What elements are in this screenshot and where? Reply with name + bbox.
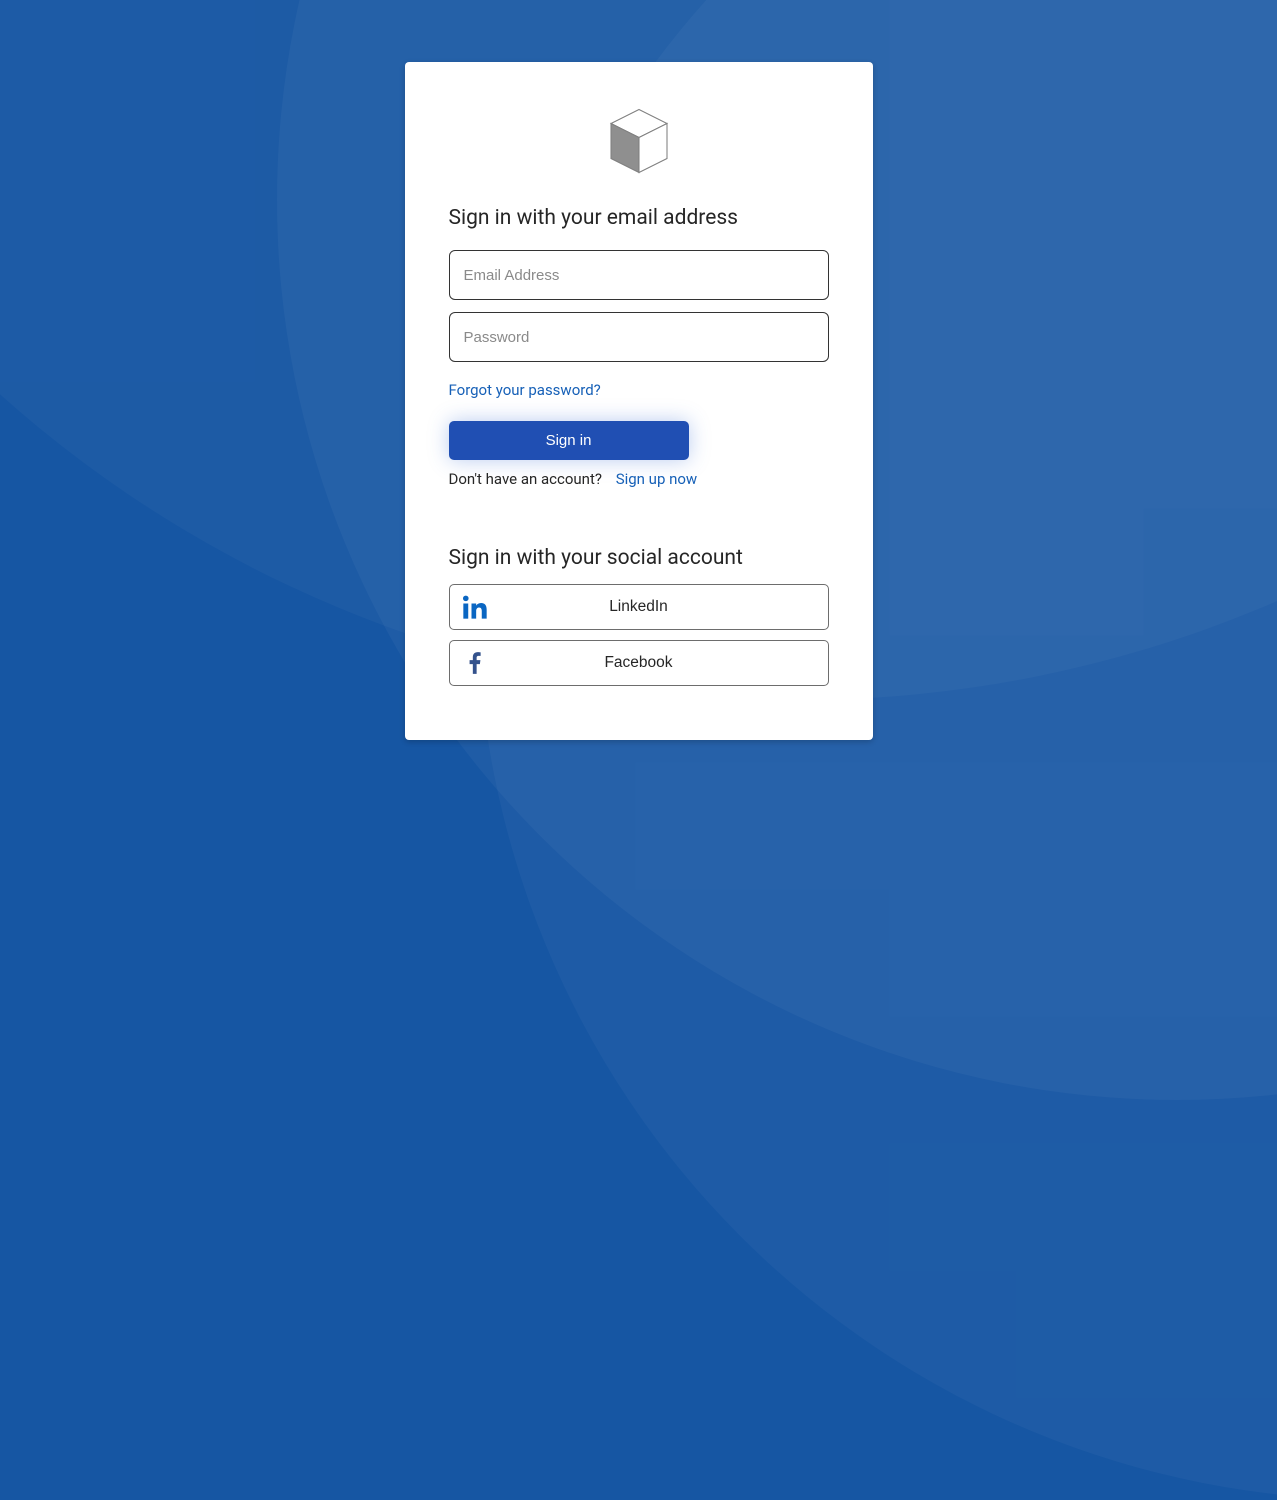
- signin-heading: Sign in with your email address: [449, 206, 829, 230]
- signin-card: Sign in with your email address Forgot y…: [405, 62, 873, 740]
- page-background: Sign in with your email address Forgot y…: [0, 0, 1277, 765]
- facebook-signin-button[interactable]: Facebook: [449, 640, 829, 686]
- linkedin-label: LinkedIn: [500, 598, 828, 616]
- facebook-icon: [450, 650, 500, 676]
- social-heading: Sign in with your social account: [449, 546, 829, 570]
- logo-container: [449, 106, 829, 180]
- signup-link[interactable]: Sign up now: [616, 470, 698, 488]
- cube-logo-icon: [604, 106, 674, 180]
- linkedin-signin-button[interactable]: LinkedIn: [449, 584, 829, 630]
- no-account-text: Don't have an account?: [449, 470, 602, 488]
- linkedin-icon: [450, 593, 500, 621]
- signup-row: Don't have an account? Sign up now: [449, 470, 829, 488]
- email-input[interactable]: [449, 250, 829, 300]
- signin-button[interactable]: Sign in: [449, 421, 689, 460]
- forgot-password-link[interactable]: Forgot your password?: [449, 381, 601, 399]
- facebook-label: Facebook: [500, 654, 828, 672]
- password-input[interactable]: [449, 312, 829, 362]
